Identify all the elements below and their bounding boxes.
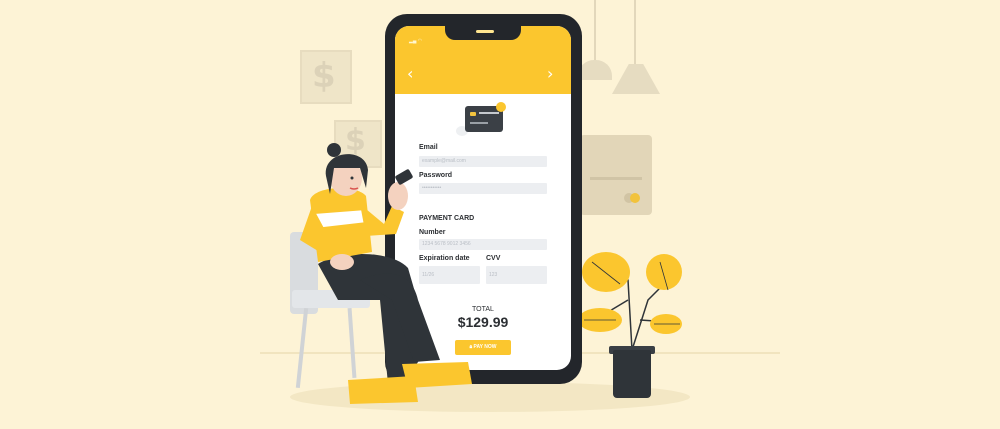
woman-illustration [300,143,472,404]
